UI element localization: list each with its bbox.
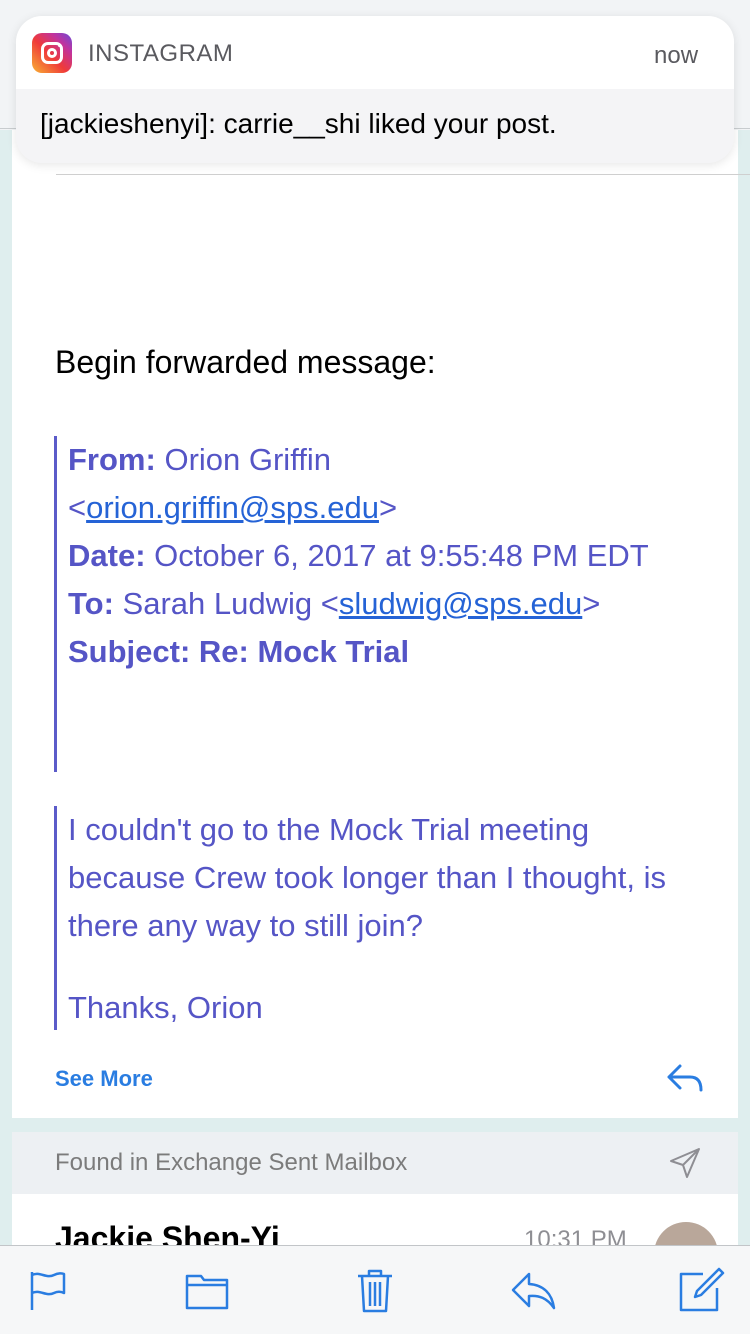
to-email-link[interactable]: sludwig@sps.edu (339, 586, 582, 621)
subject-line: Subject: Re: Mock Trial (68, 628, 694, 676)
reply-icon[interactable] (666, 1062, 704, 1094)
folder-icon[interactable] (183, 1266, 231, 1314)
notification-message: [jackieshenyi]: carrie__shi liked your p… (40, 108, 557, 139)
from-name: Orion Griffin (164, 442, 331, 477)
from-email-link[interactable]: orion.griffin@sps.edu (86, 490, 379, 525)
from-line: From: Orion Griffin <orion.griffin@sps.e… (68, 442, 398, 525)
found-in-mailbox-banner: Found in Exchange Sent Mailbox (12, 1132, 738, 1194)
notification-header: INSTAGRAM now (16, 16, 734, 89)
body-text: I couldn't go to the Mock Trial meeting … (68, 812, 666, 943)
flag-icon[interactable] (24, 1266, 72, 1314)
signature: Thanks, Orion (68, 990, 263, 1025)
date-line: Date: October 6, 2017 at 9:55:48 PM EDT (68, 532, 694, 580)
see-more-link[interactable]: See More (55, 1066, 153, 1092)
date-label: Date: (68, 538, 146, 573)
date-value: October 6, 2017 at 9:55:48 PM EDT (154, 538, 649, 573)
reply-icon[interactable] (509, 1266, 557, 1314)
forwarded-header-block: From: Orion Griffin <orion.griffin@sps.e… (54, 436, 694, 772)
to-name: Sarah Ludwig (122, 586, 313, 621)
trash-icon[interactable] (351, 1266, 399, 1314)
found-in-mailbox-text: Found in Exchange Sent Mailbox (55, 1149, 408, 1176)
subject-label: Subject: (68, 634, 191, 669)
to-label: To: (68, 586, 114, 621)
forward-heading: Begin forwarded message: (55, 344, 436, 380)
to-line: To: Sarah Ludwig <sludwig@sps.edu> (68, 586, 601, 621)
send-icon (670, 1148, 700, 1178)
instagram-notification[interactable]: INSTAGRAM now [jackieshenyi]: carrie__sh… (16, 16, 734, 163)
message-card: Begin forwarded message: From: Orion Gri… (12, 130, 750, 1118)
notification-time: now (654, 42, 699, 69)
bottom-toolbar (0, 1245, 750, 1334)
compose-icon[interactable] (677, 1266, 725, 1314)
instagram-icon (32, 33, 72, 73)
notification-app-name: INSTAGRAM (88, 40, 234, 67)
message-divider (56, 174, 750, 175)
forwarded-body-block: I couldn't go to the Mock Trial meeting … (54, 806, 694, 1030)
from-label: From: (68, 442, 156, 477)
subject-value: Re: Mock Trial (198, 634, 410, 669)
